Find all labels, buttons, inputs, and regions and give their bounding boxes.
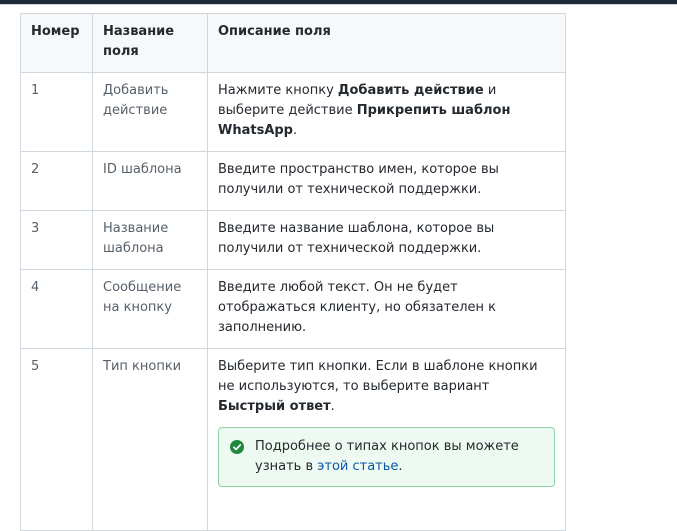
desc-paragraph: Выберите тип кнопки. Если в шаблоне кноп… — [218, 357, 555, 417]
row-field-description: Введите название шаблона, которое вы пол… — [207, 210, 566, 270]
row-field-name: Тип кнопки — [92, 348, 208, 531]
table-header-row: Номер Название поля Описание поля — [20, 13, 566, 73]
row-field-name: Сообщение на кнопку — [92, 269, 208, 349]
row-field-name: ID шаблона — [92, 151, 208, 211]
row-field-name: Название шаблона — [92, 210, 208, 270]
table-row: 5 Тип кнопки Выберите тип кнопки. Если в… — [20, 348, 566, 531]
desc-text: . — [330, 399, 335, 414]
desc-bold: Быстрый ответ — [218, 399, 331, 414]
row-number: 4 — [20, 269, 93, 349]
row-number: 2 — [20, 151, 93, 211]
header-field-description: Описание поля — [207, 13, 566, 73]
desc-text: . — [293, 123, 298, 138]
header-field-name: Название поля — [92, 13, 208, 73]
row-number: 1 — [20, 72, 93, 152]
info-note: Подробнее о типах кнопок вы можете узнат… — [218, 427, 555, 487]
check-circle-icon — [230, 440, 244, 454]
top-header-divider — [0, 4, 677, 5]
row-number: 5 — [20, 348, 93, 531]
header-number: Номер — [20, 13, 93, 73]
row-field-description: Введите пространство имен, которое вы по… — [207, 151, 566, 211]
row-field-description: Введите любой текст. Он не будет отображ… — [207, 269, 566, 349]
desc-text: Нажмите кнопку — [218, 83, 338, 98]
desc-text: Выберите тип кнопки. Если в шаблоне кноп… — [218, 359, 538, 394]
table-row: 3 Название шаблона Введите название шабл… — [20, 210, 566, 270]
table-row: 1 Добавить действие Нажмите кнопку Добав… — [20, 72, 566, 152]
row-field-description: Выберите тип кнопки. Если в шаблоне кноп… — [207, 348, 566, 531]
row-number: 3 — [20, 210, 93, 270]
row-field-name: Добавить действие — [92, 72, 208, 152]
table-row: 2 ID шаблона Введите пространство имен, … — [20, 151, 566, 211]
fields-table: Номер Название поля Описание поля 1 Доба… — [20, 13, 566, 531]
desc-bold: Добавить действие — [337, 83, 484, 98]
article-link[interactable]: этой статье — [317, 459, 398, 474]
note-text-end: . — [398, 459, 403, 474]
table-row: 4 Сообщение на кнопку Введите любой текс… — [20, 269, 566, 349]
row-field-description: Нажмите кнопку Добавить действие и выбер… — [207, 72, 566, 152]
